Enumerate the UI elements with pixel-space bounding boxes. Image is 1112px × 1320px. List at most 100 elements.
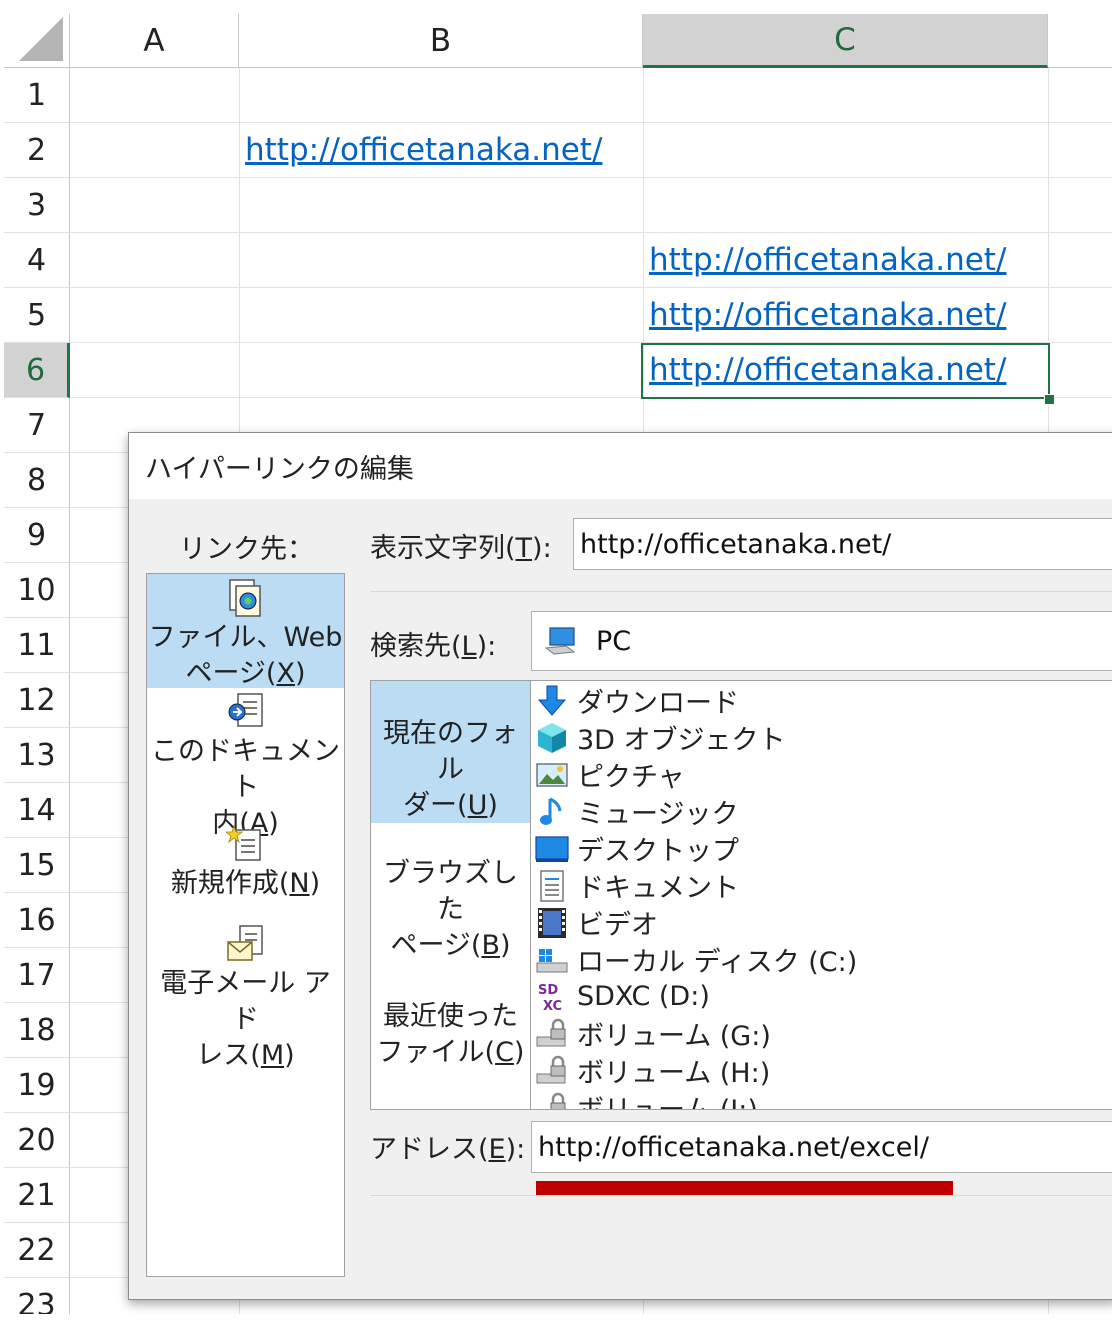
video-icon: [538, 907, 566, 938]
link-to-item-label-line2: レス(M): [196, 1040, 295, 1071]
link-to-email-address[interactable]: 電子メール アド レス(M): [147, 924, 344, 1071]
link-to-existing-file-web[interactable]: ファイル、Web ページ(X): [147, 574, 344, 689]
local-disk-icon: [536, 948, 568, 972]
svg-text:SD: SD: [538, 983, 558, 998]
row-header-6[interactable]: 6: [4, 343, 70, 398]
row-header-10[interactable]: 10: [4, 563, 70, 618]
link-to-item-label-line2: 新規作成(N): [170, 868, 321, 899]
web-file-icon: [228, 579, 261, 617]
file-item-videos[interactable]: ビデオ: [535, 904, 658, 941]
file-item-pictures[interactable]: ピクチャ: [535, 756, 685, 793]
row-header-5[interactable]: 5: [4, 288, 70, 343]
file-item-downloads[interactable]: ダウンロード: [535, 682, 739, 719]
button-label-line1: 最近使った: [383, 1001, 518, 1032]
current-folder-button[interactable]: 現在のフォル ダー(U): [371, 681, 530, 823]
dialog-title: ハイパーリンクの編集: [129, 433, 1112, 499]
look-in-dropdown[interactable]: PC: [531, 611, 1112, 671]
address-highlight-bar: [536, 1181, 953, 1196]
row-header-13[interactable]: 13: [4, 728, 70, 783]
cell-b2-hyperlink[interactable]: http://officetanaka.net/: [245, 123, 602, 178]
divider: [370, 591, 1112, 592]
browsed-pages-button[interactable]: ブラウズした ページ(B): [371, 856, 530, 961]
row-header-9[interactable]: 9: [4, 508, 70, 563]
row-header-11[interactable]: 11: [4, 618, 70, 673]
recent-files-button[interactable]: 最近使った ファイル(C): [371, 999, 530, 1079]
divider: [370, 1195, 1112, 1196]
column-header-c[interactable]: C: [643, 14, 1048, 68]
file-list[interactable]: ダウンロード 3D オブジェクト ピクチャ ミュージック デスクトップ ドキュメ…: [531, 680, 1112, 1110]
row-header-18[interactable]: 18: [4, 1003, 70, 1058]
row-header-23[interactable]: 23: [4, 1278, 70, 1314]
cell-c5-hyperlink[interactable]: http://officetanaka.net/: [649, 288, 1006, 343]
locked-drive-icon: [536, 1055, 566, 1083]
row-header-21[interactable]: 21: [4, 1168, 70, 1223]
look-in-buttons: 現在のフォル ダー(U) ブラウズした ページ(B) 最近使った ファイル(C): [370, 680, 531, 1110]
locked-drive-icon: [536, 1018, 566, 1046]
row-header-8[interactable]: 8: [4, 453, 70, 508]
link-to-item-label-line1: このドキュメント: [151, 736, 340, 803]
row-header-1[interactable]: 1: [4, 68, 70, 123]
row-header-19[interactable]: 19: [4, 1058, 70, 1113]
cell-c4-hyperlink[interactable]: http://officetanaka.net/: [649, 233, 1006, 288]
email-icon: [226, 925, 263, 961]
active-cell-border: [641, 343, 1050, 399]
row-header-14[interactable]: 14: [4, 783, 70, 838]
3d-object-icon: [538, 722, 566, 753]
fill-handle[interactable]: [1044, 394, 1055, 405]
link-to-item-label-line1: ファイル、Web: [148, 622, 343, 653]
display-text-label: 表示文字列(T):: [370, 533, 552, 564]
column-header-d[interactable]: [1048, 14, 1112, 68]
new-document-icon: [225, 824, 261, 861]
file-item-volume-h[interactable]: ボリューム (H:): [535, 1052, 770, 1089]
music-icon: [540, 797, 562, 825]
desktop-icon: [535, 835, 569, 862]
pictures-icon: [536, 762, 568, 787]
button-label-line2: ファイル(C): [376, 1037, 525, 1068]
column-header-a[interactable]: A: [70, 14, 239, 68]
file-item-local-disk-c[interactable]: ローカル ディスク (C:): [535, 941, 857, 978]
file-item-3d-objects[interactable]: 3D オブジェクト: [535, 719, 786, 756]
document-place-icon: [228, 693, 263, 727]
file-item-sdxc-d[interactable]: SD XC SDXC (D:): [535, 978, 710, 1015]
button-label-line1: 現在のフォル: [383, 718, 518, 785]
address-label: アドレス(E):: [370, 1134, 526, 1165]
link-to-create-new-document[interactable]: 新規作成(N): [147, 824, 344, 914]
row-header-4[interactable]: 4: [4, 233, 70, 288]
row-header-12[interactable]: 12: [4, 673, 70, 728]
link-to-bar: ファイル、Web ページ(X) このドキュメント 内(A) 新規作成(N) 電子…: [146, 573, 345, 1277]
link-to-label: リンク先：: [179, 534, 314, 565]
link-to-place-in-document[interactable]: このドキュメント 内(A): [147, 692, 344, 839]
look-in-label: 検索先(L):: [370, 631, 497, 662]
documents-icon: [540, 869, 564, 902]
button-label-line1: ブラウズした: [383, 858, 518, 925]
locked-drive-icon: [550, 1092, 566, 1109]
file-item-volume-i[interactable]: ボリューム (I:): [535, 1089, 758, 1109]
row-header-17[interactable]: 17: [4, 948, 70, 1003]
row-header-2[interactable]: 2: [4, 123, 70, 178]
sdxc-icon: SDXC: [538, 983, 562, 1014]
button-label-line2: ページ(B): [390, 930, 511, 961]
button-label-line2: ダー(U): [403, 790, 498, 821]
link-to-item-label-line1: 電子メール アド: [160, 968, 331, 1035]
row-header-3[interactable]: 3: [4, 178, 70, 233]
file-item-documents[interactable]: ドキュメント: [535, 867, 739, 904]
column-header-b[interactable]: B: [239, 14, 643, 68]
row-header-16[interactable]: 16: [4, 893, 70, 948]
svg-text:XC: XC: [543, 999, 562, 1014]
edit-hyperlink-dialog: ハイパーリンクの編集 リンク先： ファイル、Web ページ(X) このドキュメン…: [128, 432, 1112, 1300]
download-icon: [537, 685, 567, 716]
address-input[interactable]: http://officetanaka.net/excel/: [531, 1121, 1112, 1173]
row-header-20[interactable]: 20: [4, 1113, 70, 1168]
computer-icon: [544, 627, 576, 655]
row-header-7[interactable]: 7: [4, 398, 70, 453]
display-text-input[interactable]: http://officetanaka.net/: [573, 518, 1112, 570]
look-in-value: PC: [596, 625, 632, 657]
select-all-button[interactable]: [4, 14, 70, 68]
row-header-15[interactable]: 15: [4, 838, 70, 893]
select-all-triangle: [19, 17, 63, 61]
file-item-desktop[interactable]: デスクトップ: [535, 830, 739, 867]
file-item-volume-g[interactable]: ボリューム (G:): [535, 1015, 771, 1052]
row-header-22[interactable]: 22: [4, 1223, 70, 1278]
link-to-item-label-line2: ページ(X): [185, 658, 306, 689]
file-item-music[interactable]: ミュージック: [535, 793, 738, 830]
